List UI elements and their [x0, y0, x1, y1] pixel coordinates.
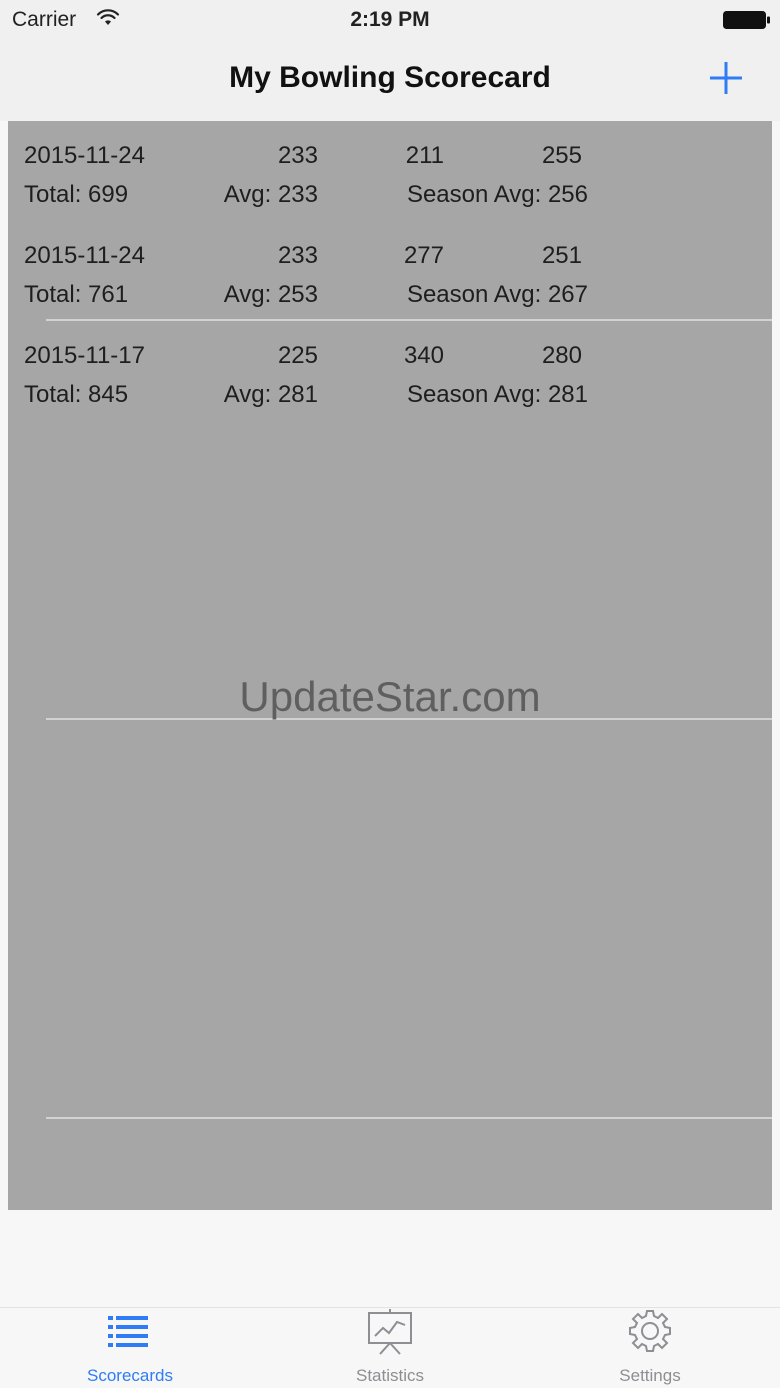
tab-scorecards[interactable]: Scorecards: [30, 1308, 230, 1388]
scorecard-list[interactable]: 2015-11-24 233 211 255 Total: 699 Avg: 2…: [8, 121, 772, 1210]
game-1-score: 233: [277, 242, 318, 269]
scorecard-row[interactable]: 2015-11-24 233 277 251 Total: 761 Avg: 2…: [8, 221, 772, 308]
series-total: Total: 845: [24, 381, 129, 408]
scorecard-date: 2015-11-24: [24, 242, 145, 269]
tab-statistics[interactable]: Statistics: [290, 1308, 490, 1388]
tab-label: Statistics: [355, 1366, 425, 1385]
scorecard-date: 2015-11-24: [24, 142, 145, 169]
game-3-score: 255: [541, 142, 582, 169]
game-3-score: 280: [541, 342, 582, 369]
season-average: Season Avg: 281: [406, 381, 588, 408]
battery-icon: [723, 11, 770, 29]
scorecard-row[interactable]: 2015-11-17 225 340 280 Total: 845 Avg: 2…: [8, 321, 772, 408]
season-average: Season Avg: 267: [406, 281, 588, 308]
plus-icon: [710, 62, 742, 94]
scorecard-date: 2015-11-17: [24, 342, 145, 369]
game-2-score: 211: [405, 142, 444, 169]
status-bar: Carrier 2:19 PM: [0, 0, 780, 40]
tab-label: Scorecards: [87, 1366, 173, 1385]
series-total: Total: 699: [24, 181, 129, 208]
season-average: Season Avg: 256: [406, 181, 588, 208]
add-scorecard-button[interactable]: [704, 56, 748, 100]
series-average: Avg: 253: [223, 281, 318, 308]
tab-settings[interactable]: Settings: [550, 1308, 750, 1388]
series-average: Avg: 233: [223, 181, 318, 208]
series-total: Total: 761: [24, 281, 129, 308]
navigation-bar: My Bowling Scorecard: [0, 40, 780, 121]
status-time: 2:19 PM: [350, 8, 430, 31]
game-1-score: 233: [277, 142, 318, 169]
row-separator: [46, 1117, 772, 1119]
scorecard-row[interactable]: 2015-11-24 233 211 255 Total: 699 Avg: 2…: [8, 121, 772, 208]
game-2-score: 277: [403, 242, 444, 269]
game-1-score: 225: [277, 342, 318, 369]
row-separator: [46, 718, 772, 720]
game-2-score: 340: [403, 342, 444, 369]
tab-label: Settings: [619, 1366, 681, 1385]
page-title: My Bowling Scorecard: [229, 61, 551, 94]
gear-icon: [629, 1310, 671, 1352]
series-average: Avg: 281: [223, 381, 318, 408]
game-3-score: 251: [541, 242, 582, 269]
list-icon: [108, 1316, 148, 1347]
tab-bar: Scorecards Statistics Settings: [0, 1307, 780, 1388]
chart-board-icon: [368, 1309, 412, 1355]
